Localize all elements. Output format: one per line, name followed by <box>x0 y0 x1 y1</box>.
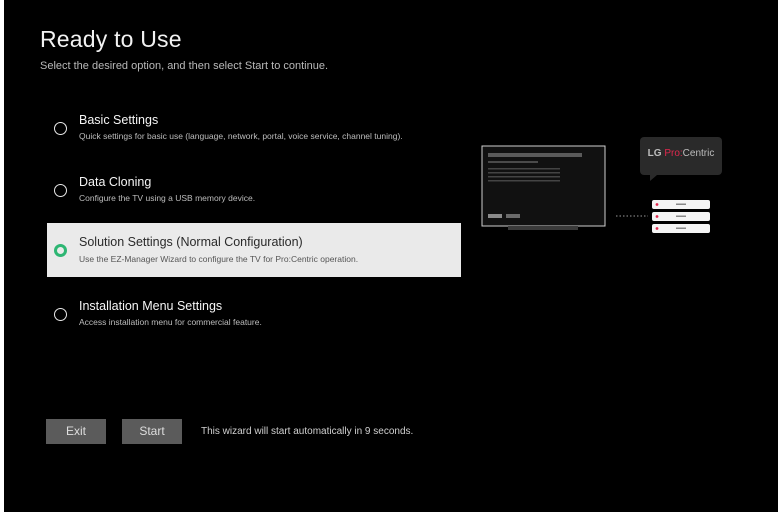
start-button[interactable]: Start <box>122 419 182 444</box>
radio-icon <box>54 122 67 135</box>
option-description: Use the EZ-Manager Wizard to configure t… <box>79 254 359 264</box>
radio-icon <box>54 308 67 321</box>
option-data-cloning[interactable]: Data Cloning Configure the TV using a US… <box>47 164 461 218</box>
option-title: Basic Settings <box>79 113 159 127</box>
exit-button[interactable]: Exit <box>46 419 106 444</box>
auto-start-countdown: This wizard will start automatically in … <box>201 426 414 437</box>
logo-brand: LG <box>647 148 662 159</box>
page-subtitle: Select the desired option, and then sele… <box>40 60 329 72</box>
option-solution-settings[interactable]: Solution Settings (Normal Configuration)… <box>47 223 461 277</box>
option-description: Quick settings for basic use (language, … <box>79 131 403 141</box>
option-description: Configure the TV using a USB memory devi… <box>79 193 256 203</box>
procentric-logo: LG Pro:Centric <box>640 148 722 159</box>
option-title: Solution Settings (Normal Configuration) <box>79 235 303 249</box>
option-installation-menu-settings[interactable]: Installation Menu Settings Access instal… <box>47 288 461 342</box>
page-title: Ready to Use <box>40 26 182 52</box>
option-description: Access installation menu for commercial … <box>79 317 262 327</box>
tv-screen: Ready to Use Select the desired option, … <box>4 0 778 512</box>
logo-product-accent: Pro: <box>664 148 683 159</box>
option-title: Installation Menu Settings <box>79 299 223 313</box>
logo-product: Centric <box>682 148 715 159</box>
option-basic-settings[interactable]: Basic Settings Quick settings for basic … <box>47 102 461 156</box>
option-title: Data Cloning <box>79 175 152 189</box>
radio-icon <box>54 184 67 197</box>
procentric-illustration: LG Pro:Centric <box>480 134 730 244</box>
radio-selected-icon <box>54 244 67 257</box>
